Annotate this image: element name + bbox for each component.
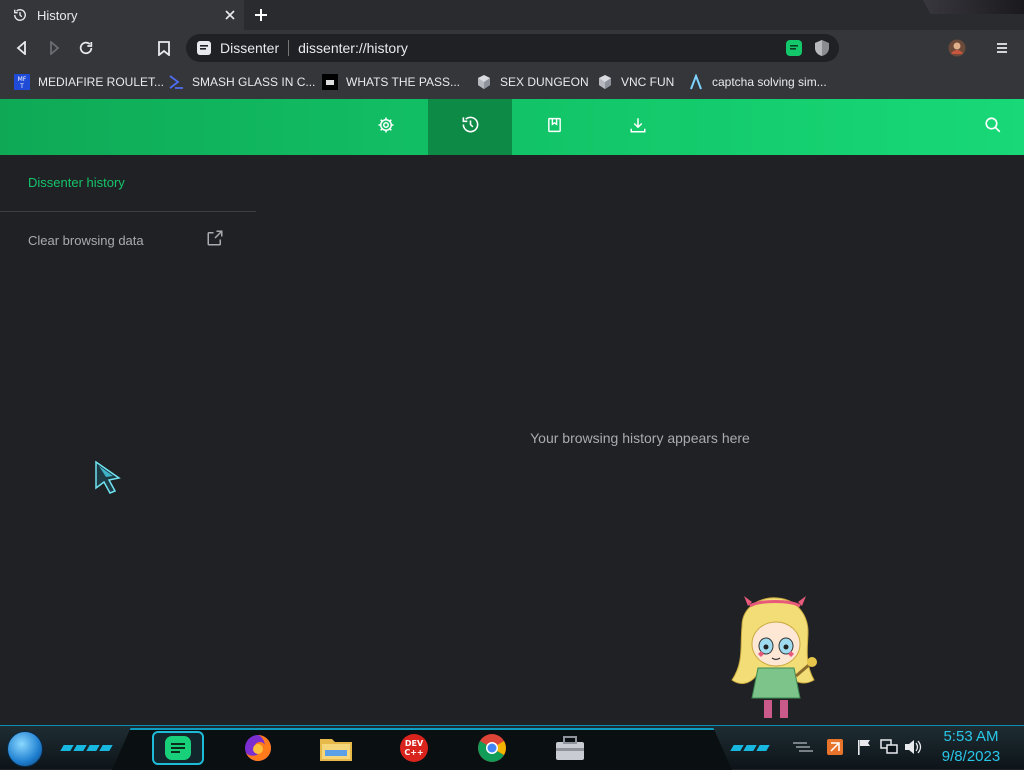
menu-icon[interactable] (990, 36, 1014, 60)
bookmark-page-button[interactable] (152, 36, 176, 60)
address-bar[interactable]: Dissenter dissenter://history (186, 34, 839, 62)
profile-avatar[interactable] (945, 36, 969, 60)
svg-text:T: T (19, 83, 24, 90)
clear-browsing-data-label: Clear browsing data (28, 232, 144, 248)
tray-app-icon[interactable] (826, 738, 844, 756)
tab-strip: History (0, 0, 1024, 30)
network-icon[interactable] (879, 738, 899, 756)
history-sidebar: Dissenter history Clear browsing data (0, 155, 256, 725)
url-text[interactable]: dissenter://history (298, 40, 783, 56)
dissenter-header (0, 99, 1024, 155)
bookmark-item[interactable]: SEX DUNGEON (476, 72, 589, 92)
taskbar-app-notes[interactable] (152, 731, 204, 765)
bookmark-item[interactable]: VNC FUN (597, 72, 674, 92)
taskbar-app-toolbox[interactable] (544, 731, 596, 765)
desktop-character-image (731, 596, 817, 718)
empty-history-message: Your browsing history appears here (530, 430, 750, 446)
clock-date: 9/8/2023 (941, 748, 1001, 765)
taskbar-app-chrome[interactable] (466, 731, 518, 765)
history-tab-button[interactable] (428, 99, 512, 155)
search-icon (984, 116, 1002, 139)
forward-button[interactable] (42, 36, 66, 60)
clock-time: 5:53 AM (943, 728, 999, 745)
bookmark-item[interactable]: WHATS THE PASS... (322, 72, 460, 92)
dissenter-extension-icon[interactable] (783, 37, 805, 59)
cube-icon (597, 74, 613, 90)
tab-title: History (37, 7, 78, 23)
bookmark-item[interactable]: captcha solving sim... (688, 72, 827, 92)
bookmark-item[interactable]: SMASH GLASS IN C... (168, 72, 315, 92)
system-clock[interactable]: 5:53 AM 9/8/2023 (930, 727, 1012, 767)
taskbar-decoration (730, 738, 771, 751)
bookmark-icon (546, 116, 563, 139)
history-icon (461, 115, 480, 139)
svg-text:C++: C++ (404, 748, 423, 757)
taskbar-app-firefox[interactable] (232, 731, 284, 765)
site-chip-label: Dissenter (220, 40, 280, 56)
taskbar: DEV C++ 5:53 AM 9/8/2023 (0, 725, 1024, 770)
flag-icon[interactable] (855, 738, 873, 756)
taskbar-app-file-explorer[interactable] (310, 731, 362, 765)
search-button[interactable] (951, 99, 1024, 155)
glass-icon (168, 74, 184, 90)
volume-icon[interactable] (903, 738, 923, 756)
terminal-icon (322, 74, 338, 90)
settings-icon (377, 116, 395, 139)
download-icon (629, 116, 647, 139)
tray-stack-icon[interactable] (792, 738, 814, 756)
window-frame-decoration (922, 0, 1024, 14)
close-icon[interactable] (222, 7, 238, 23)
taskbar-app-dev-cpp[interactable]: DEV C++ (388, 731, 440, 765)
mouse-cursor-icon (95, 460, 121, 494)
external-link-icon (206, 229, 224, 252)
mediafire-icon: MF T (14, 74, 30, 90)
tab-history[interactable]: History (0, 0, 244, 30)
clear-browsing-data-link[interactable]: Clear browsing data (28, 227, 224, 253)
reload-button[interactable] (74, 36, 98, 60)
downloads-tab-button[interactable] (596, 99, 680, 155)
svg-text:MF: MF (18, 76, 27, 83)
shield-icon[interactable] (811, 37, 833, 59)
omnibox-divider (288, 40, 290, 56)
bookmarks-bar: MF T MEDIAFIRE ROULET... SMASH GLASS IN C… (0, 66, 1024, 99)
browser-toolbar: Dissenter dissenter://history (0, 30, 1024, 66)
svg-text:DEV: DEV (405, 739, 424, 748)
bookmarks-tab-button[interactable] (512, 99, 596, 155)
bookmark-item[interactable]: MF T MEDIAFIRE ROULET... (14, 72, 164, 92)
history-icon (13, 8, 27, 22)
start-button[interactable] (7, 731, 43, 767)
sidebar-divider (0, 211, 256, 212)
lambda-icon (688, 74, 704, 90)
dissenter-page-icon (197, 41, 211, 55)
settings-button[interactable] (344, 99, 428, 155)
sidebar-item-dissenter-history[interactable]: Dissenter history (28, 175, 125, 190)
new-tab-button[interactable] (250, 4, 272, 26)
back-button[interactable] (10, 36, 34, 60)
cube-icon (476, 74, 492, 90)
taskbar-decoration (60, 738, 114, 751)
